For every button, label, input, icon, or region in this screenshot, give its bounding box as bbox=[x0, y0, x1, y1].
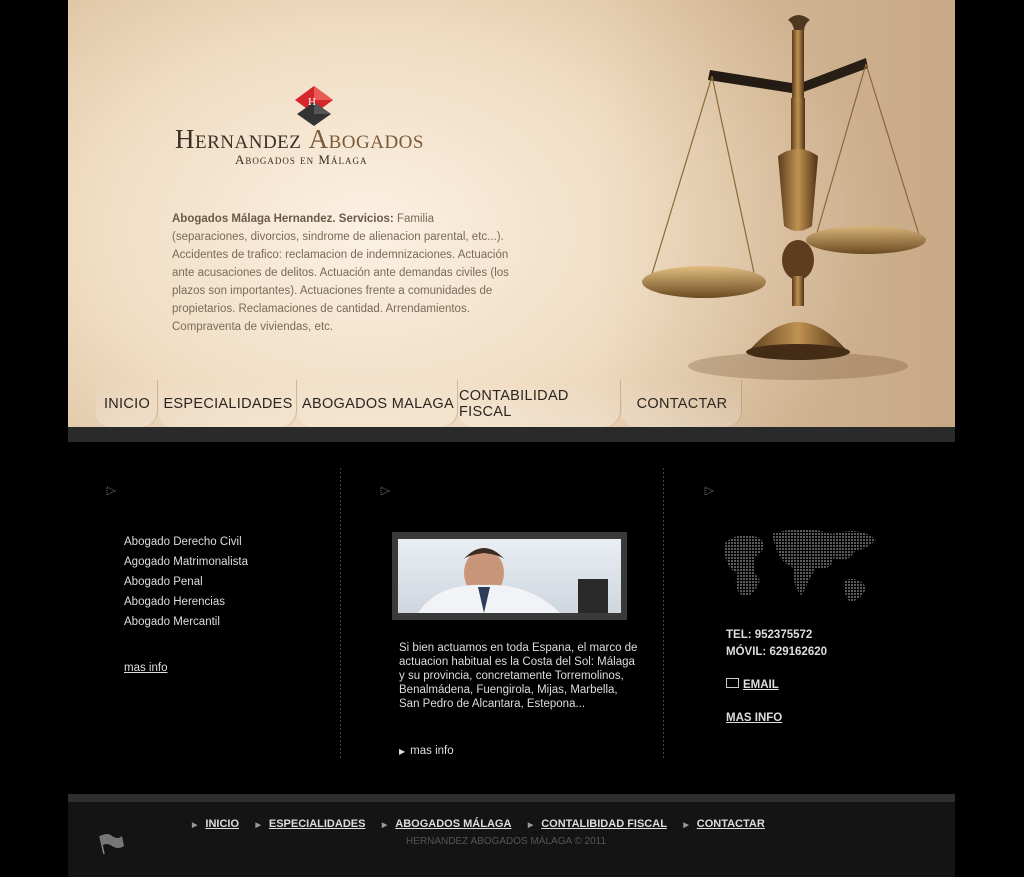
header-band bbox=[68, 427, 955, 442]
lawyer-photo bbox=[398, 539, 621, 613]
contact-phones: TEL: 952375572 MÓVIL: 629162620 bbox=[726, 627, 827, 661]
intro-text: Abogados Málaga Hernandez. Servicios: Fa… bbox=[172, 210, 512, 336]
world-map-icon bbox=[724, 529, 876, 602]
specialty-item[interactable]: Abogado Derecho Civil bbox=[124, 535, 248, 555]
arrow-bullet-icon bbox=[380, 486, 390, 496]
intro-lead: Abogados Málaga Hernandez. Servicios: bbox=[172, 213, 394, 225]
footer-link-label: ABOGADOS MÁLAGA bbox=[395, 818, 512, 830]
footer-nav: ▶ INICIO ▶ ESPECIALIDADES ▶ ABOGADOS MÁLAGA… bbox=[192, 814, 777, 832]
column-divider bbox=[663, 468, 664, 760]
copyright: HERNANDEZ ABOGADOS MÁLAGA © 2011 bbox=[406, 836, 607, 847]
tel-number: TEL: 952375572 bbox=[726, 629, 813, 641]
footer-link-inicio[interactable]: ▶ INICIO bbox=[192, 818, 239, 830]
specialty-item[interactable]: Abogado Penal bbox=[124, 575, 248, 595]
arrow-bullet-icon: ▶ bbox=[399, 747, 406, 756]
service-area-text: Si bien actuamos en toda Espana, el marc… bbox=[399, 642, 638, 710]
logo-mark-icon: H bbox=[295, 86, 333, 126]
contact-more-link[interactable]: MAS INFO bbox=[726, 712, 782, 724]
nav-inicio[interactable]: INICIO bbox=[96, 380, 158, 427]
footer-link-label: CONTACTAR bbox=[696, 818, 765, 830]
specialty-item[interactable]: Abogado Herencias bbox=[124, 595, 248, 615]
nav-abogados-malaga[interactable]: ABOGADOS MALAGA bbox=[298, 380, 458, 427]
svg-text:H: H bbox=[308, 96, 316, 108]
arrow-bullet-icon: ▶ bbox=[381, 822, 388, 829]
service-area-more-link[interactable]: ▶ mas info bbox=[399, 745, 454, 757]
nav-especialidades[interactable]: ESPECIALIDADES bbox=[159, 380, 297, 427]
service-area-more-label: mas info bbox=[410, 745, 454, 757]
logo[interactable]: H Hernandez Abogados Abogados en Málaga bbox=[173, 82, 463, 172]
scales-of-justice-icon bbox=[642, 15, 926, 380]
footer-link-label: CONTALIBIDAD FISCAL bbox=[541, 818, 667, 830]
nav-contactar[interactable]: CONTACTAR bbox=[622, 380, 742, 427]
email-label: EMAIL bbox=[743, 679, 779, 691]
main-nav: INICIO ESPECIALIDADES ABOGADOS MALAGA CO… bbox=[68, 380, 955, 427]
mobile-number: MÓVIL: 629162620 bbox=[726, 646, 828, 658]
column-divider bbox=[340, 468, 341, 760]
specialty-item[interactable]: Agogado Matrimonalista bbox=[124, 555, 248, 575]
arrow-bullet-icon: ▶ bbox=[527, 822, 534, 829]
arrow-bullet-icon bbox=[106, 486, 116, 496]
arrow-bullet-icon: ▶ bbox=[255, 822, 261, 829]
email-link[interactable]: EMAIL bbox=[726, 678, 779, 691]
page: H Hernandez Abogados Abogados en Málaga … bbox=[68, 0, 955, 877]
nav-contabilidad-fiscal[interactable]: CONTABILIDAD FISCAL bbox=[459, 380, 621, 427]
footer: ▶ INICIO ▶ ESPECIALIDADES ▶ ABOGADOS MÁLAGA… bbox=[68, 794, 955, 877]
specialties-more-link[interactable]: mas info bbox=[124, 662, 167, 674]
email-icon bbox=[726, 678, 739, 688]
footer-link-especialidades[interactable]: ▶ ESPECIALIDADES bbox=[255, 818, 365, 830]
intro-body: Familia (separaciones, divorcios, sindro… bbox=[172, 213, 509, 333]
footer-link-contabilidad-fiscal[interactable]: ▶ CONTALIBIDAD FISCAL bbox=[528, 818, 667, 830]
flag-icon bbox=[99, 834, 124, 855]
specialty-item[interactable]: Abogado Mercantil bbox=[124, 615, 248, 635]
footer-link-abogados-malaga[interactable]: ▶ ABOGADOS MÁLAGA bbox=[382, 818, 512, 830]
footer-link-label: ESPECIALIDADES bbox=[268, 818, 366, 830]
footer-link-label: INICIO bbox=[205, 818, 240, 830]
logo-wordmark: Hernandez Abogados bbox=[175, 124, 424, 154]
footer-link-contactar[interactable]: ▶ CONTACTAR bbox=[683, 818, 764, 830]
arrow-bullet-icon bbox=[704, 486, 714, 496]
logo-tagline: Abogados en Málaga bbox=[235, 152, 368, 167]
arrow-bullet-icon: ▶ bbox=[683, 822, 689, 829]
specialties-list: Abogado Derecho Civil Agogado Matrimonal… bbox=[124, 535, 248, 635]
header: H Hernandez Abogados Abogados en Málaga … bbox=[68, 0, 955, 427]
arrow-bullet-icon: ▶ bbox=[192, 822, 198, 829]
lawyer-photo-frame bbox=[392, 532, 627, 620]
